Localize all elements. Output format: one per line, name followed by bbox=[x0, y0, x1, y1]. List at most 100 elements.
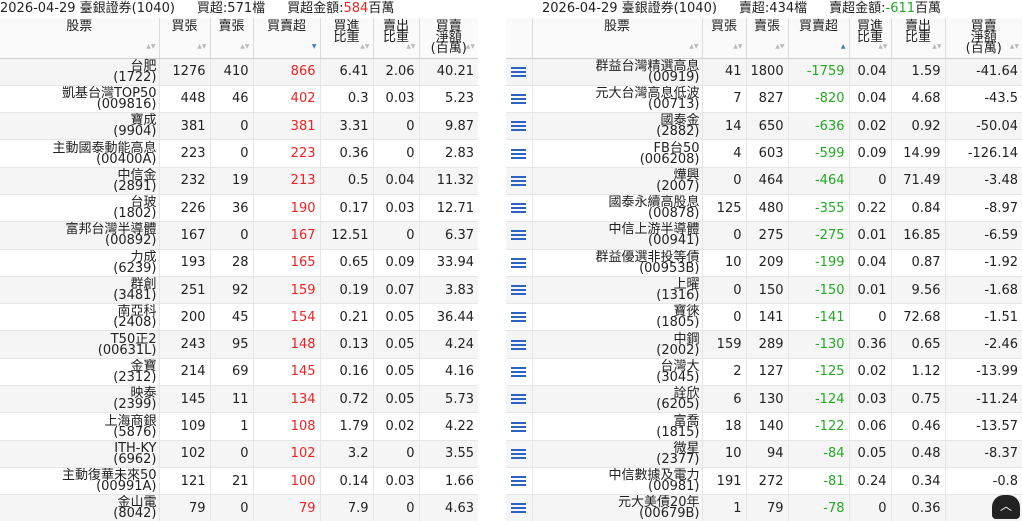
stock-cell[interactable]: 中鋼 (2002) bbox=[532, 330, 703, 359]
row-menu[interactable] bbox=[506, 85, 533, 114]
stock-cell[interactable]: 寶成 (9904) bbox=[0, 112, 160, 141]
net-amount-cell: 4.24 bbox=[419, 330, 478, 359]
stock-cell[interactable]: 台灣大 (3045) bbox=[532, 358, 703, 387]
stock-cell[interactable]: FB台50 (006208) bbox=[532, 139, 703, 168]
buy-ratio-cell: 0.36 bbox=[849, 330, 892, 359]
stock-cell[interactable]: 中信數據及電力 (00981) bbox=[532, 467, 703, 496]
table-row: 上曜 (1316) 0 150 -150 0.01 9.56 -1.68 bbox=[506, 276, 1022, 305]
row-menu[interactable] bbox=[506, 412, 533, 441]
stock-cell[interactable]: 金寶 (2312) bbox=[0, 358, 160, 387]
table-row: 台玻 (1802) 226 36 190 0.17 0.03 12.71 bbox=[0, 194, 478, 223]
column-header[interactable]: 股票 ▲▼ bbox=[532, 18, 703, 59]
net-amount-cell: -11.24 bbox=[945, 385, 1022, 414]
column-header[interactable]: 賣出 比重 ▲▼ bbox=[891, 18, 946, 59]
stock-cell[interactable]: 群益台灣精選高息 (00919) bbox=[532, 58, 703, 86]
column-header-label: 買賣超 bbox=[798, 19, 838, 34]
row-menu[interactable] bbox=[506, 330, 533, 359]
net-lots-cell: 108 bbox=[253, 412, 321, 441]
buy-ratio-cell: 0 bbox=[849, 167, 892, 195]
sort-icon: ▲▼ bbox=[197, 43, 207, 50]
list-menu-icon bbox=[510, 230, 526, 241]
sell-lots-cell: 46 bbox=[210, 85, 254, 114]
row-menu[interactable] bbox=[506, 303, 533, 332]
stock-cell[interactable]: 國泰永續高股息 (00878) bbox=[532, 194, 703, 223]
chevron-up-icon[interactable]: ︿ bbox=[992, 495, 1020, 519]
row-menu[interactable] bbox=[506, 58, 533, 86]
stock-cell[interactable]: 映泰 (2399) bbox=[0, 385, 160, 414]
row-menu[interactable] bbox=[506, 440, 533, 468]
summary-date-broker: 2026-04-29 臺銀證券(1040) bbox=[542, 1, 717, 16]
sell-lots-cell: 603 bbox=[746, 139, 789, 168]
row-menu[interactable] bbox=[506, 467, 533, 496]
row-menu[interactable] bbox=[506, 112, 533, 141]
stock-cell[interactable]: 詮欣 (6205) bbox=[532, 385, 703, 414]
column-header[interactable]: 賣出 比重 ▲▼ bbox=[373, 18, 420, 59]
stock-cell[interactable]: 南亞科 (2408) bbox=[0, 303, 160, 332]
row-menu[interactable] bbox=[506, 358, 533, 387]
row-menu[interactable] bbox=[506, 385, 533, 414]
buy-lots-cell: 214 bbox=[159, 358, 211, 387]
column-header[interactable]: 買賣超 ▲ bbox=[788, 18, 850, 59]
stock-cell[interactable]: 燁興 (2007) bbox=[532, 167, 703, 195]
buy-lots-cell: 381 bbox=[159, 112, 211, 141]
stock-cell[interactable]: 富邦台灣半導體 (00892) bbox=[0, 221, 160, 250]
stock-cell[interactable]: 力成 (6239) bbox=[0, 249, 160, 277]
stock-cell[interactable]: 元大美債20年 (00679B) bbox=[532, 494, 703, 521]
summary-amount-unit: 百萬 bbox=[915, 1, 942, 16]
stock-cell[interactable]: 台玻 (1802) bbox=[0, 194, 160, 223]
buy-lots-cell: 243 bbox=[159, 330, 211, 359]
net-lots-cell: -150 bbox=[788, 276, 850, 305]
stock-cell[interactable]: 元大台灣高息低波 (00713) bbox=[532, 85, 703, 114]
stock-cell[interactable]: 寶徠 (1805) bbox=[532, 303, 703, 332]
net-amount-cell: -1.68 bbox=[945, 276, 1022, 305]
table-row: 寶徠 (1805) 0 141 -141 0 72.68 -1.51 bbox=[506, 303, 1022, 332]
net-amount-cell: -1.92 bbox=[945, 249, 1022, 277]
stock-cell[interactable]: 上海商銀 (5876) bbox=[0, 412, 160, 441]
row-menu[interactable] bbox=[506, 167, 533, 195]
column-header[interactable]: 股票 ▲▼ bbox=[0, 18, 160, 59]
stock-cell[interactable]: 上曜 (1316) bbox=[532, 276, 703, 305]
stock-code: (2408) bbox=[113, 315, 157, 331]
column-header[interactable]: 買賣 淨額 (百萬) ▲▼ bbox=[419, 18, 478, 59]
column-header[interactable]: 買進 比重 ▲▼ bbox=[320, 18, 374, 59]
column-header[interactable]: 買張 ▲▼ bbox=[702, 18, 747, 59]
stock-cell[interactable]: 群益優選非投等債 (00953B) bbox=[532, 249, 703, 277]
column-header[interactable]: 買賣 淨額 (百萬) ▲▼ bbox=[945, 18, 1022, 59]
stock-cell[interactable]: 國泰金 (2882) bbox=[532, 112, 703, 141]
row-menu[interactable] bbox=[506, 249, 533, 277]
stock-cell[interactable]: 台肥 (1722) bbox=[0, 58, 160, 86]
column-header[interactable]: 買張 ▲▼ bbox=[159, 18, 211, 59]
column-header[interactable]: 買賣超 ▼ bbox=[253, 18, 321, 59]
row-menu[interactable] bbox=[506, 276, 533, 305]
stock-cell[interactable]: 富喬 (1815) bbox=[532, 412, 703, 441]
sort-icon: ▲▼ bbox=[733, 43, 743, 50]
stock-cell[interactable]: 中信金 (2891) bbox=[0, 167, 160, 195]
stock-cell[interactable]: 群創 (3481) bbox=[0, 276, 160, 305]
stock-cell[interactable]: 中信上游半導體 (00941) bbox=[532, 221, 703, 250]
column-header-label: 賣張 bbox=[218, 19, 245, 34]
stock-cell[interactable]: 主動復華未來50 (00991A) bbox=[0, 467, 160, 496]
stock-cell[interactable]: 凱基台灣TOP50 (009816) bbox=[0, 85, 160, 114]
row-menu[interactable] bbox=[506, 221, 533, 250]
column-header[interactable]: 賣張 ▲▼ bbox=[210, 18, 254, 59]
stock-cell[interactable]: T50正2 (00631L) bbox=[0, 330, 160, 359]
stock-cell[interactable]: 微星 (2377) bbox=[532, 440, 703, 468]
stock-code: (2891) bbox=[113, 178, 157, 194]
summary-date-broker: 2026-04-29 臺銀證券(1040) bbox=[0, 1, 175, 16]
stock-code: (00631L) bbox=[97, 342, 157, 358]
sell-lots-cell: 127 bbox=[746, 358, 789, 387]
net-amount-cell: -1.51 bbox=[945, 303, 1022, 332]
stock-code: (2002) bbox=[656, 342, 700, 358]
stock-cell[interactable]: 金山電 (8042) bbox=[0, 494, 160, 521]
row-menu[interactable] bbox=[506, 139, 533, 168]
net-lots-cell: -122 bbox=[788, 412, 850, 441]
row-menu[interactable] bbox=[506, 194, 533, 223]
stock-cell[interactable]: ITH-KY (6962) bbox=[0, 440, 160, 468]
row-menu[interactable] bbox=[506, 494, 533, 521]
stock-cell[interactable]: 主動國泰動能高息 (00400A) bbox=[0, 139, 160, 168]
column-header[interactable]: 買進 比重 ▲▼ bbox=[849, 18, 892, 59]
column-header[interactable]: 賣張 ▲▼ bbox=[746, 18, 789, 59]
buy-lots-cell: 223 bbox=[159, 139, 211, 168]
table-row: 元大台灣高息低波 (00713) 7 827 -820 0.04 4.68 -43.5 bbox=[506, 85, 1022, 114]
summary-amount-label: 買超金額: bbox=[287, 1, 344, 16]
